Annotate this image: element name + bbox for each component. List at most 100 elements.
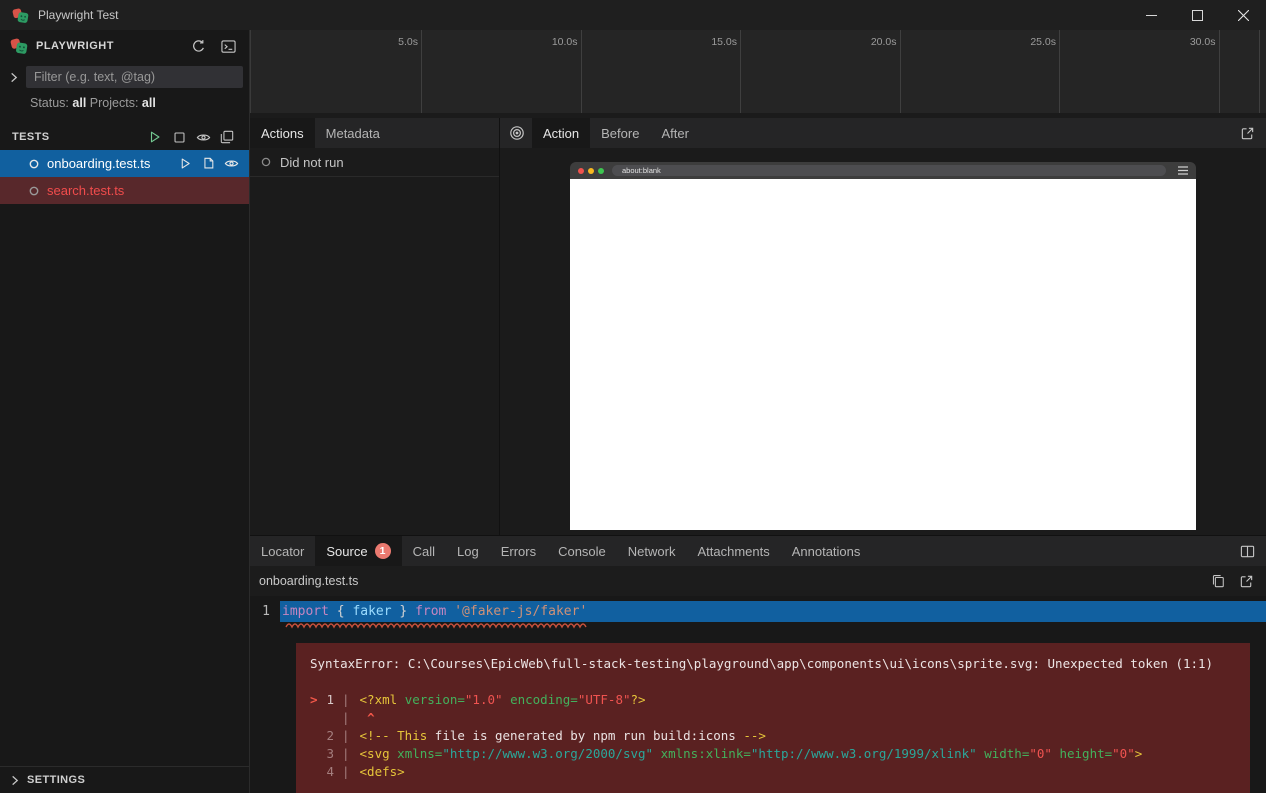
stop-icon[interactable] — [167, 126, 191, 148]
snapshot-view: about:blank — [500, 148, 1266, 535]
snapshot-page — [570, 179, 1196, 530]
status-label: Status: — [30, 96, 69, 110]
actions-list: Did not run — [250, 148, 499, 535]
test-status-circle-icon — [29, 186, 39, 196]
timeline-tick-label: 10.0s — [552, 36, 578, 48]
terminal-icon[interactable] — [217, 35, 239, 57]
code-frame-line: >1|<?xml version="1.0" encoding="UTF-8"?… — [310, 691, 1236, 709]
status-line: Status: all Projects: all — [0, 90, 249, 114]
error-message: SyntaxError: C:\Courses\EpicWeb\full-sta… — [310, 655, 1236, 673]
reload-tests-icon[interactable] — [187, 35, 209, 57]
sidebar: PLAYWRIGHT Status: — [0, 30, 250, 793]
error-squiggle — [285, 622, 587, 630]
tab-actions[interactable]: Actions — [250, 118, 315, 148]
settings-label: SETTINGS — [27, 774, 85, 786]
code-frame-line: 4|<defs> — [310, 763, 1236, 781]
tests-title: TESTS — [12, 131, 143, 143]
code-frame-line: 2|<!-- This file is generated by npm run… — [310, 727, 1236, 745]
playwright-masks-icon — [10, 37, 28, 55]
line-number: 1 — [250, 601, 280, 622]
filter-input[interactable] — [26, 66, 243, 88]
code-frame: >1|<?xml version="1.0" encoding="UTF-8"?… — [310, 691, 1236, 781]
code-frame-line: 3|<svg xmlns="http://www.w3.org/2000/svg… — [310, 745, 1236, 763]
open-snapshot-external-icon[interactable] — [1236, 122, 1258, 144]
traffic-green-icon — [598, 168, 604, 174]
code-frame-line: | ^ — [310, 709, 1236, 727]
tab-source[interactable]: Source 1 — [315, 536, 401, 566]
settings-section[interactable]: SETTINGS — [0, 766, 249, 793]
squiggle-path — [286, 624, 586, 627]
timeline-tick-label: 25.0s — [1030, 36, 1056, 48]
source-view[interactable]: 1 import { faker } from '@faker-js/faker… — [250, 596, 1266, 793]
test-item-label: search.test.ts — [47, 183, 249, 198]
timeline[interactable]: 5.0s 10.0s 15.0s 20.0s 25.0s 30.0s — [250, 30, 1266, 113]
tests-section-header: TESTS — [0, 124, 249, 150]
source-line-1: 1 import { faker } from '@faker-js/faker… — [250, 601, 1266, 622]
tab-locator[interactable]: Locator — [250, 536, 315, 566]
timeline-tick-label: 20.0s — [871, 36, 897, 48]
test-item-label: onboarding.test.ts — [47, 156, 171, 171]
filter-row — [0, 64, 249, 90]
chevron-right-icon[interactable] — [2, 66, 24, 88]
timeline-tick-label: 5.0s — [398, 36, 418, 48]
tab-metadata[interactable]: Metadata — [315, 118, 391, 148]
run-test-icon[interactable] — [179, 157, 192, 170]
traffic-yellow-icon — [588, 168, 594, 174]
copy-icon[interactable] — [1207, 570, 1229, 592]
tab-after[interactable]: After — [650, 118, 699, 148]
status-circle-icon — [261, 157, 271, 167]
did-not-run-label: Did not run — [280, 155, 344, 170]
hamburger-menu-icon — [1178, 166, 1188, 175]
watch-all-icon[interactable] — [191, 126, 215, 148]
timeline-tick-label: 30.0s — [1190, 36, 1216, 48]
playwright-logo-icon — [12, 7, 29, 24]
actions-pane: Actions Metadata Did not run — [250, 118, 500, 535]
tab-before[interactable]: Before — [590, 118, 650, 148]
browser-snapshot: about:blank — [570, 162, 1196, 530]
chevron-right-icon — [9, 775, 20, 786]
details-tabbar: Locator Source 1 Call Log Errors Console… — [250, 536, 1266, 566]
open-in-editor-icon[interactable] — [201, 157, 215, 171]
tab-network[interactable]: Network — [617, 536, 687, 566]
watch-test-icon[interactable] — [224, 156, 239, 171]
tab-attachments[interactable]: Attachments — [686, 536, 780, 566]
tab-annotations[interactable]: Annotations — [781, 536, 872, 566]
collapse-all-icon[interactable] — [215, 126, 239, 148]
pick-locator-icon[interactable] — [506, 122, 528, 144]
actions-tabbar: Actions Metadata — [250, 118, 499, 148]
projects-value[interactable]: all — [142, 96, 156, 110]
sidebar-header: PLAYWRIGHT — [0, 30, 249, 62]
tab-console[interactable]: Console — [547, 536, 617, 566]
titlebar: Playwright Test — [0, 0, 1266, 30]
open-source-external-icon[interactable] — [1235, 570, 1257, 592]
did-not-run-row: Did not run — [250, 148, 499, 177]
tab-action[interactable]: Action — [532, 118, 590, 148]
test-item-onboarding[interactable]: onboarding.test.ts — [0, 150, 249, 177]
test-status-circle-icon — [29, 159, 39, 169]
sidebar-title: PLAYWRIGHT — [36, 40, 179, 52]
status-value[interactable]: all — [72, 96, 86, 110]
app-window: Playwright Test — [0, 0, 1266, 793]
run-all-icon[interactable] — [143, 126, 167, 148]
minimize-button[interactable] — [1128, 0, 1174, 30]
source-toolbar: onboarding.test.ts — [250, 566, 1266, 596]
tab-call[interactable]: Call — [402, 536, 446, 566]
page-url: about:blank — [622, 166, 661, 175]
browser-chrome: about:blank — [570, 162, 1196, 179]
address-bar: about:blank — [612, 165, 1166, 176]
snapshot-tabbar: Action Before After — [500, 118, 1266, 148]
line-code: import { faker } from '@faker-js/faker' — [280, 601, 1266, 622]
traffic-red-icon — [578, 168, 584, 174]
main-area: 5.0s 10.0s 15.0s 20.0s 25.0s 30.0s Actions Me… — [250, 30, 1266, 793]
close-button[interactable] — [1220, 0, 1266, 30]
maximize-button[interactable] — [1174, 0, 1220, 30]
test-item-search[interactable]: search.test.ts — [0, 177, 249, 204]
error-count-badge: 1 — [375, 543, 391, 559]
window-title: Playwright Test — [38, 8, 118, 22]
split-view-icon[interactable] — [1236, 540, 1258, 562]
timeline-tick-label: 15.0s — [711, 36, 737, 48]
tab-errors[interactable]: Errors — [490, 536, 547, 566]
details-pane: Locator Source 1 Call Log Errors Console… — [250, 535, 1266, 793]
projects-label: Projects: — [90, 96, 139, 110]
tab-log[interactable]: Log — [446, 536, 490, 566]
